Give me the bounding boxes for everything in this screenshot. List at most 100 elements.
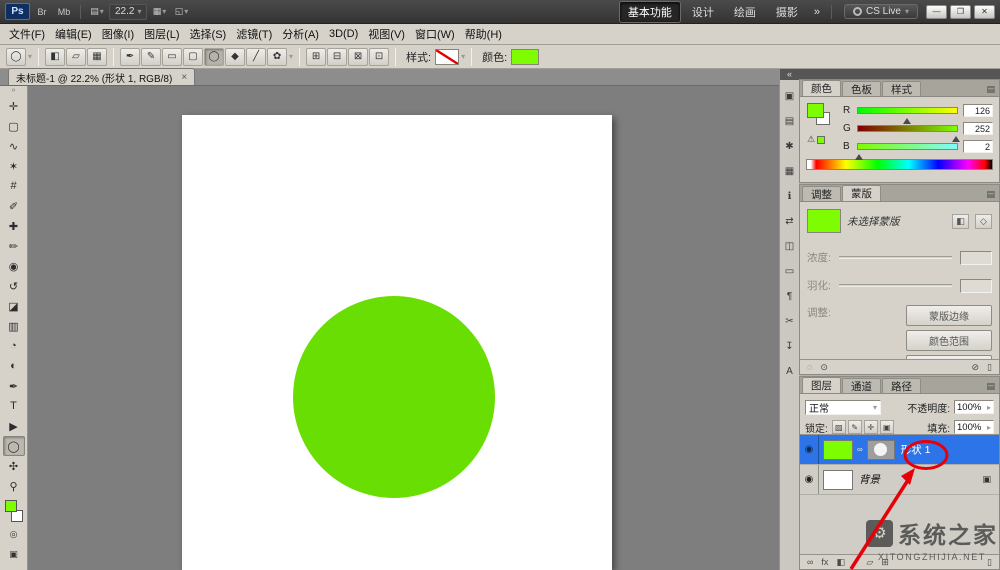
- vector-mask-thumbnail[interactable]: [867, 440, 895, 460]
- layer-row-background[interactable]: ◉ 背景 ▣: [800, 465, 999, 495]
- slider-thumb[interactable]: [952, 132, 960, 142]
- green-slider[interactable]: [857, 125, 958, 132]
- dock-panel-button-4[interactable]: ▦: [781, 161, 799, 181]
- menu-item-9[interactable]: 窗口(W): [410, 25, 460, 43]
- chevron-down-icon[interactable]: ▾: [461, 52, 465, 61]
- lock-transparent-pixels-button[interactable]: ▨: [832, 420, 846, 434]
- menu-item-3[interactable]: 图层(L): [139, 25, 184, 43]
- dock-panel-button-3[interactable]: ✱: [781, 136, 799, 156]
- blend-mode-dropdown[interactable]: 正常 ▾: [805, 400, 881, 415]
- shape-color-swatch[interactable]: [511, 49, 539, 65]
- hand-tool[interactable]: ✣: [3, 456, 25, 476]
- spot-healing-brush-tool[interactable]: ✚: [3, 216, 25, 236]
- dock-panel-button-10[interactable]: ✂: [781, 311, 799, 331]
- style-picker[interactable]: [435, 49, 459, 65]
- link-layers-button[interactable]: ∞: [807, 557, 813, 567]
- exclude-shape-area-button[interactable]: ⊡: [369, 48, 389, 66]
- crop-tool[interactable]: #: [3, 176, 25, 196]
- paths-button[interactable]: ▱: [66, 48, 86, 66]
- green-value-field[interactable]: 252: [963, 122, 993, 135]
- line-button[interactable]: ╱: [246, 48, 266, 66]
- red-slider[interactable]: [857, 107, 958, 114]
- menu-item-5[interactable]: 滤镜(T): [231, 25, 277, 43]
- layer-row-shape-1[interactable]: ◉ ∞ 形状 1: [800, 435, 999, 465]
- panel-menu-icon[interactable]: ▤: [986, 189, 995, 200]
- eraser-tool[interactable]: ◪: [3, 296, 25, 316]
- panel-menu-icon[interactable]: ▤: [986, 381, 995, 392]
- panels-dragbar[interactable]: [799, 69, 1000, 79]
- brush-tool[interactable]: ✏: [3, 236, 25, 256]
- tab-channels[interactable]: 通道: [842, 378, 881, 393]
- screen-mode-button[interactable]: ◱▾: [171, 3, 191, 20]
- freeform-pen-button[interactable]: ✎: [141, 48, 161, 66]
- view-extras-button[interactable]: ▤▾: [87, 3, 107, 20]
- quick-mask-button[interactable]: ◎: [5, 526, 23, 542]
- color-range-button[interactable]: 颜色范围: [906, 330, 992, 351]
- polygon-button[interactable]: ◆: [225, 48, 245, 66]
- menu-item-0[interactable]: 文件(F): [4, 25, 50, 43]
- menu-item-7[interactable]: 3D(D): [324, 27, 363, 41]
- dock-panel-button-7[interactable]: ◫: [781, 236, 799, 256]
- ellipse-button[interactable]: ◯: [204, 48, 224, 66]
- subtract-shape-area-button[interactable]: ⊟: [327, 48, 347, 66]
- tab-swatches[interactable]: 色板: [842, 81, 881, 96]
- tab-layers[interactable]: 图层: [802, 377, 841, 393]
- menu-item-4[interactable]: 选择(S): [185, 25, 232, 43]
- red-value-field[interactable]: 126: [963, 104, 993, 117]
- blue-slider[interactable]: [857, 143, 958, 150]
- custom-shape-button[interactable]: ✿: [267, 48, 287, 66]
- tab-paths[interactable]: 路径: [882, 378, 921, 393]
- workspace-essentials[interactable]: 基本功能: [619, 1, 681, 23]
- add-layer-mask-button[interactable]: ◧: [836, 557, 845, 568]
- dock-panel-button-9[interactable]: ¶: [781, 286, 799, 306]
- mini-bridge-button[interactable]: Mb: [54, 3, 74, 20]
- chevron-down-icon[interactable]: ▾: [289, 52, 293, 61]
- dock-panel-button-5[interactable]: ℹ: [781, 186, 799, 206]
- dock-panel-button-2[interactable]: ▤: [781, 111, 799, 131]
- arrange-documents-button[interactable]: ▦▾: [149, 3, 169, 20]
- rectangular-marquee-tool[interactable]: ▢: [3, 116, 25, 136]
- load-selection-button[interactable]: ◌: [807, 362, 812, 372]
- fill-field[interactable]: 100% ▸: [954, 420, 994, 434]
- slider-thumb[interactable]: [855, 150, 863, 160]
- shape-layers-button[interactable]: ◧: [45, 48, 65, 66]
- move-tool[interactable]: ✛: [3, 96, 25, 116]
- add-pixel-mask-button[interactable]: ◧: [952, 214, 969, 229]
- document-tab[interactable]: 未标题-1 @ 22.2% (形状 1, RGB/8) ×: [8, 68, 195, 85]
- menu-item-2[interactable]: 图像(I): [97, 25, 139, 43]
- mask-link-icon[interactable]: ∞: [857, 445, 863, 454]
- tab-adjustments[interactable]: 调整: [802, 186, 841, 201]
- pen-tool-button[interactable]: ✒: [120, 48, 140, 66]
- tab-masks[interactable]: 蒙版: [842, 185, 881, 201]
- lock-position-button[interactable]: ✛: [864, 420, 878, 434]
- dock-panel-button-1[interactable]: ▣: [781, 86, 799, 106]
- slider-thumb[interactable]: [903, 114, 911, 124]
- quick-selection-tool[interactable]: ✶: [3, 156, 25, 176]
- gamut-color-chip[interactable]: [817, 136, 825, 144]
- history-brush-tool[interactable]: ↺: [3, 276, 25, 296]
- new-adjustment-layer-button[interactable]: ◐: [853, 557, 858, 567]
- menu-item-10[interactable]: 帮助(H): [460, 25, 507, 43]
- rectangle-button[interactable]: ▭: [162, 48, 182, 66]
- close-tab-icon[interactable]: ×: [181, 72, 187, 83]
- tool-preset-picker[interactable]: ◯: [6, 48, 26, 66]
- opacity-field[interactable]: 100% ▸: [954, 400, 994, 414]
- dock-panel-button-6[interactable]: ⇄: [781, 211, 799, 231]
- minimize-button[interactable]: —: [926, 5, 947, 19]
- foreground-color-swatch[interactable]: [5, 500, 17, 512]
- mask-edge-button[interactable]: 蒙版边缘: [906, 305, 992, 326]
- clone-stamp-tool[interactable]: ◉: [3, 256, 25, 276]
- apply-mask-button[interactable]: ⊙: [820, 362, 828, 373]
- pen-tool[interactable]: ✒: [3, 376, 25, 396]
- lasso-tool[interactable]: ∿: [3, 136, 25, 156]
- dock-panel-button-11[interactable]: ↧: [781, 336, 799, 356]
- dock-panel-button-12[interactable]: A: [781, 361, 799, 381]
- dodge-tool[interactable]: ◐: [3, 356, 25, 376]
- collapse-toolbox-button[interactable]: »: [12, 86, 16, 96]
- close-button[interactable]: ✕: [974, 5, 995, 19]
- panel-menu-icon[interactable]: ▤: [986, 84, 995, 95]
- layer-thumbnail[interactable]: [823, 440, 853, 460]
- layer-name[interactable]: 形状 1: [901, 442, 931, 457]
- blue-value-field[interactable]: 2: [963, 140, 993, 153]
- fill-pixels-button[interactable]: ▦: [87, 48, 107, 66]
